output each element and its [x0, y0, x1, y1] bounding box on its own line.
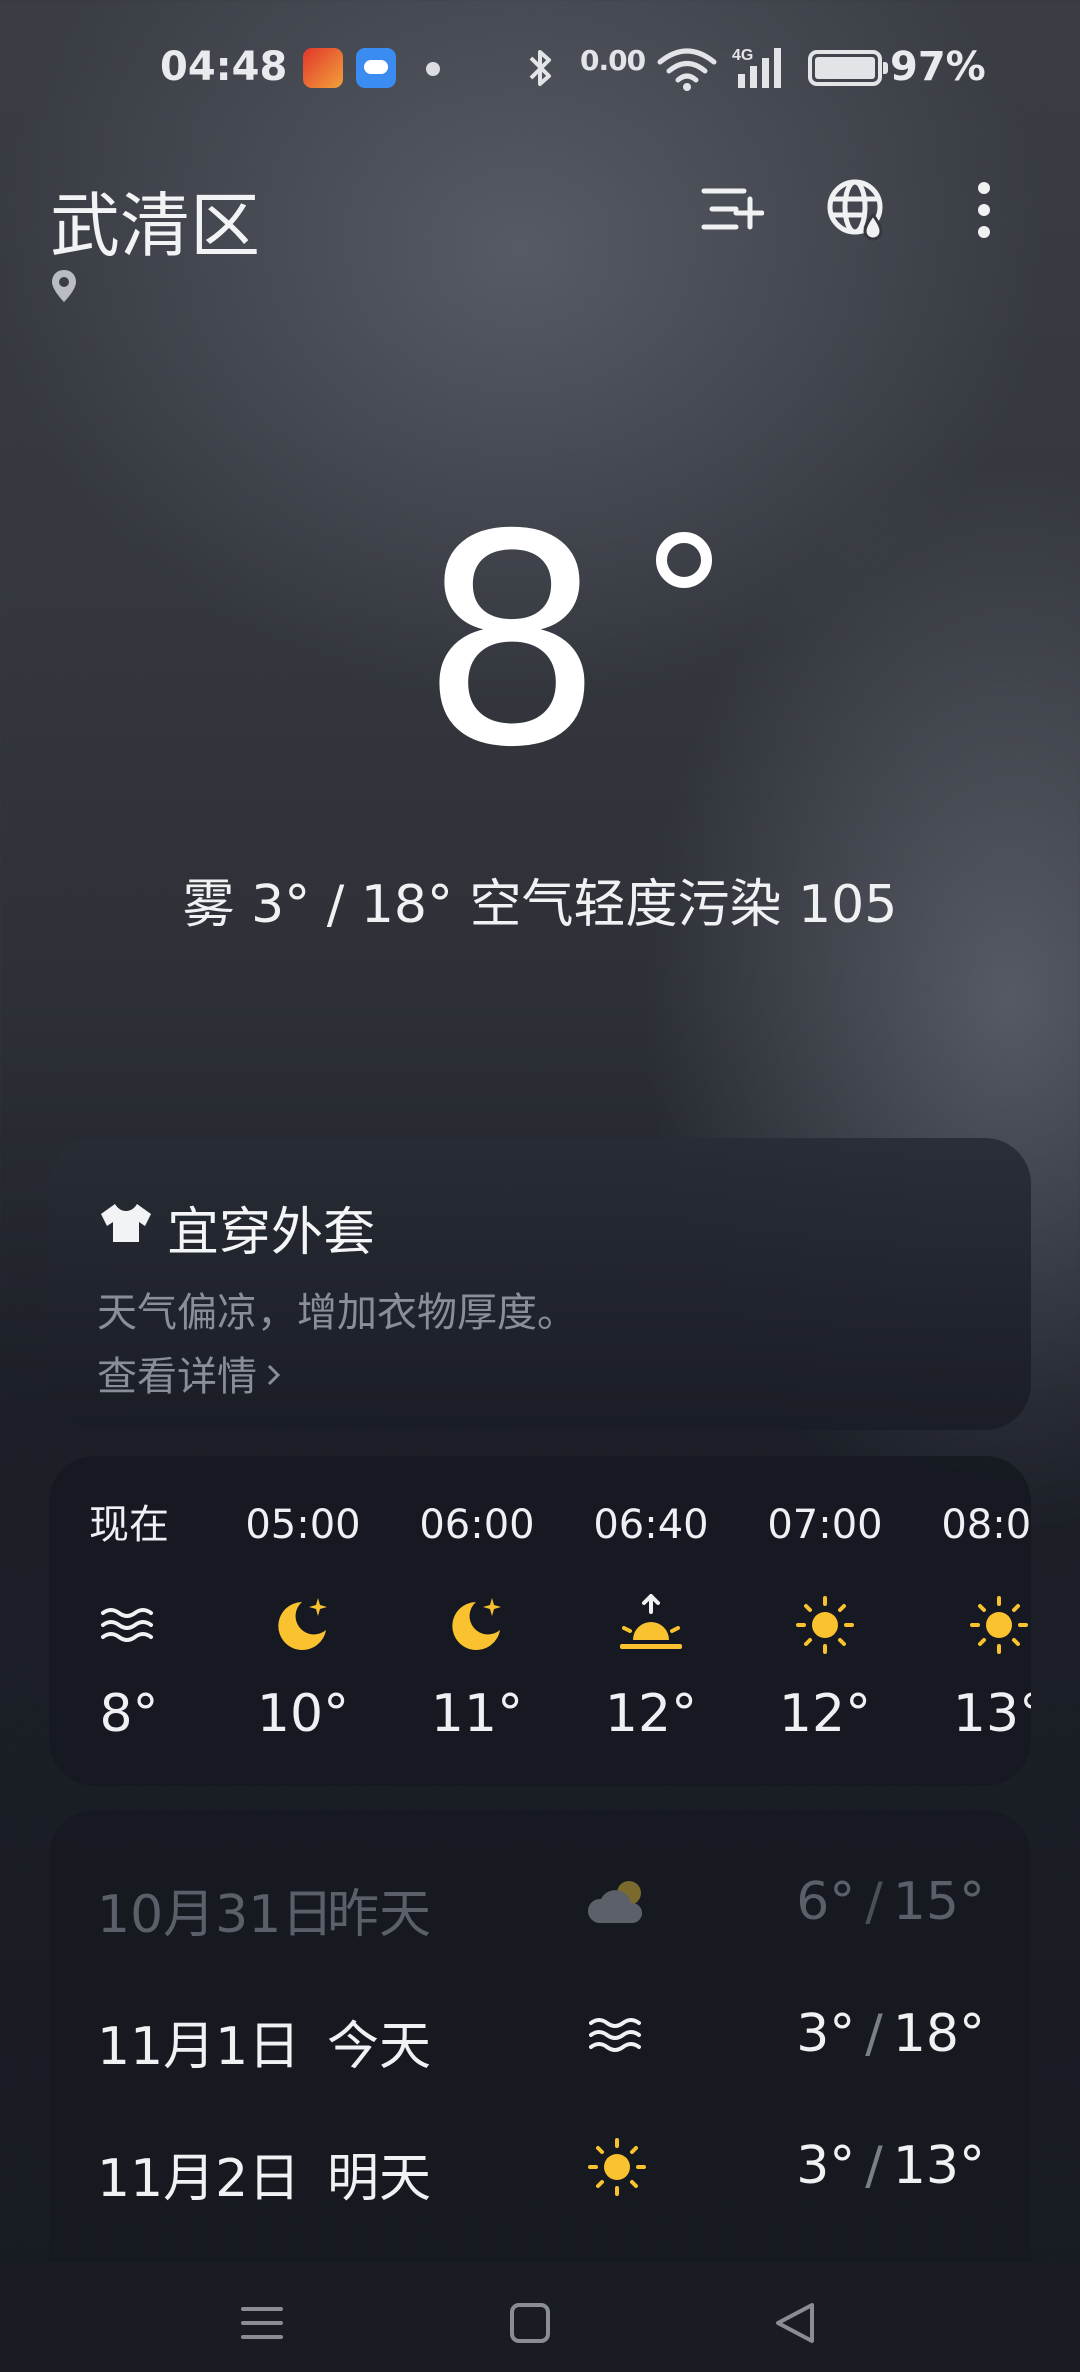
day-date: 11月1日 [97, 2017, 301, 2077]
day-label: 明天 [327, 2149, 432, 2209]
view-details-link[interactable]: 查看详情 [97, 1344, 283, 1402]
home-icon [508, 2301, 552, 2349]
weather-app-icon [356, 48, 396, 88]
app-notification-icon [303, 48, 343, 88]
hour-temp: 11° [430, 1684, 524, 1744]
daily-row-yesterday[interactable]: 10月31日 昨天 6°/15° [49, 1858, 1031, 1948]
sun-icon [577, 2132, 657, 2202]
back-icon [772, 2301, 818, 2349]
day-high: 15° [892, 1872, 985, 1932]
current-temperature-value: 8 [419, 474, 605, 811]
add-city-icon [700, 183, 765, 241]
menu-icon [239, 2303, 285, 2347]
daily-row-today[interactable]: 11月1日 今天 3°/18° [49, 1990, 1031, 2080]
clothing-card[interactable]: 宜穿外套 天气偏凉，增加衣物厚度。 查看详情 [49, 1138, 1031, 1430]
hour-temp: 8° [99, 1684, 159, 1744]
home-button[interactable] [490, 2290, 570, 2360]
day-temp-range: 6°/15° [796, 1872, 985, 1932]
hour-temp: 12° [778, 1684, 872, 1744]
status-bar: 04:48 0.00 4G 97% [0, 0, 1080, 140]
hour-time: 07:00 [767, 1502, 883, 1548]
city-name[interactable]: 武清区 [50, 170, 260, 271]
range-separator: / [865, 1872, 883, 1932]
degree-symbol [656, 532, 712, 588]
clothing-description: 天气偏凉，增加衣物厚度。 [97, 1290, 577, 1336]
location-pin-icon [50, 268, 78, 308]
add-city-button[interactable] [692, 172, 772, 252]
day-high: 18° [892, 2004, 985, 2064]
cellular-signal-icon: 4G [730, 44, 794, 96]
hour-time: 现在 [89, 1502, 169, 1548]
fog-icon [577, 2000, 657, 2070]
globe-button[interactable] [818, 172, 898, 252]
hourly-item: 08:00 13° [919, 1500, 1031, 1744]
partly-cloudy-icon [577, 1868, 657, 1938]
hour-time: 06:00 [419, 1502, 535, 1548]
day-high: 13° [892, 2136, 985, 2196]
day-low: 3° [796, 2136, 856, 2196]
back-button[interactable] [755, 2290, 835, 2360]
fog-icon [49, 1590, 209, 1660]
day-temp-range: 3°/18° [796, 2004, 985, 2064]
battery-percent: 97% [890, 44, 986, 90]
hour-temp: 13° [952, 1684, 1031, 1744]
day-temp-range: 3°/13° [796, 2136, 985, 2196]
clothing-title: 宜穿外套 [167, 1203, 376, 1263]
range-separator: / [865, 2004, 883, 2064]
day-label: 昨天 [327, 1885, 432, 1945]
day-low: 6° [796, 1872, 856, 1932]
shirt-icon [97, 1200, 155, 1250]
daily-row-tomorrow[interactable]: 11月2日 明天 3°/13° [49, 2122, 1031, 2212]
day-date: 11月2日 [97, 2149, 301, 2209]
status-time: 04:48 [160, 44, 288, 90]
sun-icon [745, 1590, 905, 1660]
hour-temp: 10° [256, 1684, 350, 1744]
wifi-icon [656, 48, 718, 96]
moon-icon [397, 1590, 557, 1660]
more-icon [974, 180, 994, 244]
chevron-right-icon [265, 1354, 283, 1400]
hourly-item: 07:00 12° [745, 1500, 905, 1744]
view-details-label: 查看详情 [97, 1354, 257, 1400]
network-type-label: 4G [732, 47, 753, 64]
hourly-item: 06:40 12° [571, 1500, 731, 1744]
battery-icon [808, 50, 888, 86]
day-label: 今天 [327, 2017, 432, 2077]
hour-time: 08:00 [941, 1502, 1031, 1548]
sun-icon [919, 1590, 1031, 1660]
weather-summary[interactable]: 雾 3° / 18° 空气轻度污染 105 [0, 862, 1080, 937]
hourly-item: 05:00 10° [223, 1500, 383, 1744]
current-temperature: 8 [0, 498, 1080, 788]
hour-time: 05:00 [245, 1502, 361, 1548]
moon-icon [223, 1590, 383, 1660]
bluetooth-icon [523, 46, 559, 94]
range-separator: / [865, 2136, 883, 2196]
net-speed: 0.00 [580, 44, 646, 77]
globe-weather-icon [825, 177, 891, 247]
day-date: 10月31日 [97, 1885, 334, 1945]
hour-time: 06:40 [593, 1502, 709, 1548]
hourly-forecast-card[interactable]: 现在 8° 05:00 10° 06:00 11° 06:40 12° 07:0… [49, 1456, 1031, 1786]
day-low: 3° [796, 2004, 856, 2064]
sunrise-icon [571, 1590, 731, 1660]
hourly-item: 06:00 11° [397, 1500, 557, 1744]
hourly-item: 现在 8° [49, 1500, 209, 1744]
more-button[interactable] [944, 172, 1024, 252]
hour-temp: 12° [604, 1684, 698, 1744]
navigation-bar [0, 2262, 1080, 2372]
recent-apps-button[interactable] [222, 2290, 302, 2360]
dot-icon [426, 62, 440, 76]
